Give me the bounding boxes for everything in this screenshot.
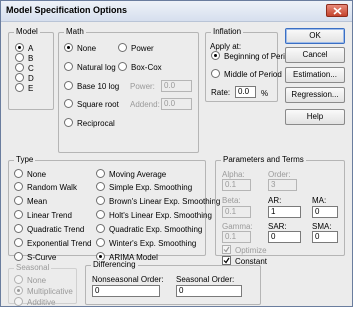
type-option-holts-linear[interactable]: Holt's Linear Exp. Smoothing: [96, 210, 212, 221]
type-option-none[interactable]: None: [14, 169, 46, 180]
nonseasonal-order-input[interactable]: 0: [92, 285, 160, 297]
type-option-linear-trend[interactable]: Linear Trend: [14, 210, 72, 221]
cancel-button[interactable]: Cancel: [285, 47, 345, 63]
type-option-simple-exp-smoothing[interactable]: Simple Exp. Smoothing: [96, 182, 192, 193]
alpha-input[interactable]: 0.1: [222, 179, 251, 191]
type-option-quadratic-exp[interactable]: Quadratic Exp. Smoothing: [96, 224, 202, 235]
type-option-random-walk[interactable]: Random Walk: [14, 182, 77, 193]
math-option-square-root[interactable]: Square root: [64, 99, 119, 110]
close-icon: [333, 7, 342, 15]
radio-icon: [118, 62, 127, 72]
radio-icon: [14, 182, 23, 192]
regression-button[interactable]: Regression...: [285, 87, 345, 103]
optimize-checkbox[interactable]: Optimize: [222, 245, 267, 256]
rate-unit: %: [261, 89, 269, 98]
ar-input[interactable]: 1: [268, 206, 301, 218]
seasonal-option-none[interactable]: None: [14, 275, 46, 286]
radio-icon: [64, 43, 73, 53]
model-option-e[interactable]: E: [15, 83, 33, 94]
radio-icon: [64, 118, 73, 128]
rate-label: Rate:: [211, 88, 231, 97]
inflation-option-beginning[interactable]: Beginning of Period: [211, 51, 294, 62]
order-input[interactable]: 3: [268, 179, 297, 191]
radio-icon: [96, 224, 105, 234]
radio-icon: [14, 297, 23, 307]
radio-icon: [15, 73, 24, 83]
radio-icon: [15, 63, 24, 73]
nonseasonal-order-label: Nonseasonal Order:: [92, 275, 164, 284]
radio-icon: [96, 182, 105, 192]
math-option-reciprocal[interactable]: Reciprocal: [64, 118, 115, 129]
seasonal-group-label: Seasonal: [14, 263, 52, 273]
radio-icon: [14, 169, 23, 179]
seasonal-order-label: Seasonal Order:: [176, 275, 235, 284]
type-option-browns-linear[interactable]: Brown's Linear Exp. Smoothing: [96, 196, 220, 207]
parameters-group-label: Parameters and Terms: [221, 155, 306, 165]
radio-icon: [64, 62, 73, 72]
radio-icon: [14, 238, 23, 248]
power-input[interactable]: 0.0: [161, 80, 192, 92]
radio-icon: [211, 51, 220, 61]
help-button[interactable]: Help: [285, 109, 345, 125]
close-button[interactable]: [326, 4, 348, 17]
radio-icon: [14, 224, 23, 234]
ma-input[interactable]: 0: [312, 206, 338, 218]
radio-icon: [14, 275, 23, 285]
radio-icon: [64, 99, 73, 109]
dialog-window: Model Specification Options Model A B C …: [0, 0, 353, 307]
radio-icon: [15, 83, 24, 93]
beta-label: Beta:: [222, 196, 241, 205]
power-label: Power:: [130, 82, 155, 91]
addend-input[interactable]: 0.0: [161, 98, 192, 110]
title-bar[interactable]: Model Specification Options: [1, 1, 352, 22]
radio-icon: [96, 196, 105, 206]
math-option-power[interactable]: Power: [118, 43, 154, 54]
model-group-label: Model: [14, 27, 40, 37]
radio-icon: [118, 43, 127, 53]
type-option-quadratic-trend[interactable]: Quadratic Trend: [14, 224, 84, 235]
radio-icon: [64, 81, 73, 91]
type-option-s-curve[interactable]: S-Curve: [14, 252, 56, 263]
radio-icon: [96, 238, 105, 248]
sma-input[interactable]: 0: [312, 231, 338, 243]
math-option-natural-log[interactable]: Natural log: [64, 62, 116, 73]
type-option-winters-exp[interactable]: Winter's Exp. Smoothing: [96, 238, 196, 249]
math-option-base10-log[interactable]: Base 10 log: [64, 81, 119, 92]
ok-button[interactable]: OK: [285, 28, 345, 44]
math-group-label: Math: [64, 27, 86, 37]
inflation-group-label: Inflation: [211, 27, 244, 37]
radio-icon: [15, 43, 24, 53]
dialog-title: Model Specification Options: [6, 5, 128, 15]
ar-label: AR:: [268, 196, 282, 205]
gamma-input[interactable]: 0.1: [222, 231, 251, 243]
differencing-group-label: Differencing: [91, 260, 138, 270]
radio-icon: [14, 196, 23, 206]
radio-icon: [211, 69, 220, 79]
seasonal-order-input[interactable]: 0: [176, 285, 242, 297]
checkbox-icon: [222, 245, 231, 255]
type-option-moving-average[interactable]: Moving Average: [96, 169, 166, 180]
math-option-box-cox[interactable]: Box-Cox: [118, 62, 162, 73]
radio-icon: [14, 286, 23, 296]
estimation-button[interactable]: Estimation...: [285, 67, 345, 83]
ma-label: MA:: [312, 196, 327, 205]
radio-icon: [96, 210, 105, 220]
type-option-exponential-trend[interactable]: Exponential Trend: [14, 238, 92, 249]
radio-icon: [14, 210, 23, 220]
math-option-none[interactable]: None: [64, 43, 96, 54]
sar-input[interactable]: 0: [268, 231, 301, 243]
type-option-mean[interactable]: Mean: [14, 196, 47, 207]
beta-input[interactable]: 0.1: [222, 206, 251, 218]
rate-input[interactable]: 0.0: [235, 86, 256, 98]
radio-icon: [15, 53, 24, 63]
type-group-label: Type: [14, 155, 36, 165]
inflation-option-middle[interactable]: Middle of Period: [211, 69, 282, 80]
addend-label: Addend:: [130, 100, 160, 109]
seasonal-option-multiplicative[interactable]: Multiplicative: [14, 286, 73, 297]
seasonal-option-additive[interactable]: Additive: [14, 297, 55, 308]
radio-icon: [96, 169, 105, 179]
radio-icon: [14, 252, 23, 262]
